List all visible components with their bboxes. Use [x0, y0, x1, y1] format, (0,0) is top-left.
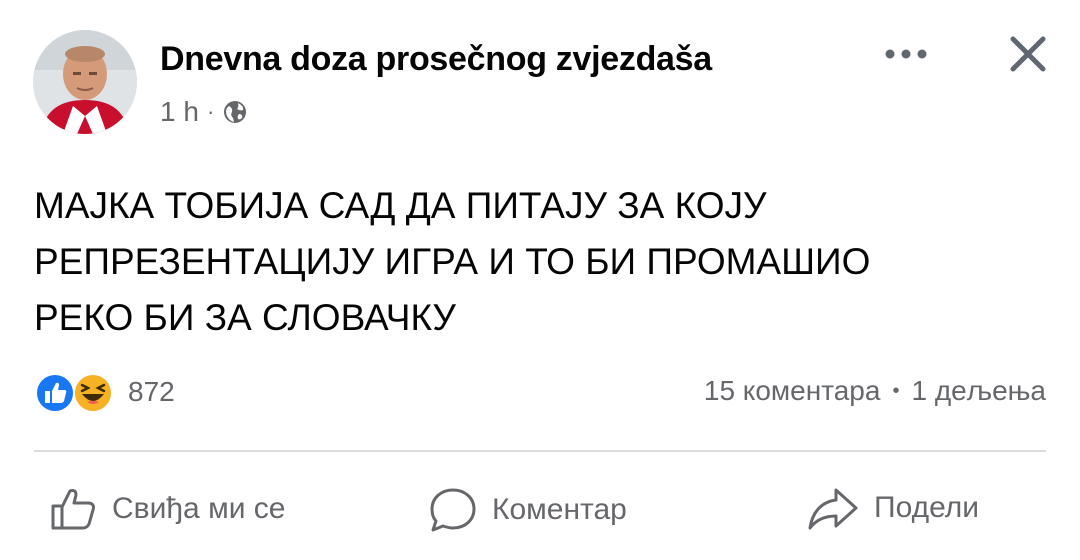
more-options-button[interactable] [876, 34, 936, 74]
share-icon [808, 488, 858, 530]
close-button[interactable] [1004, 30, 1052, 78]
page-name[interactable]: Dnevna doza prosečnog zvjezdaša [160, 40, 712, 79]
shares-count-link[interactable]: 1 дељења [911, 375, 1046, 407]
meta-separator: · [206, 99, 215, 124]
share-button[interactable]: Подели [806, 486, 979, 530]
comment-button-label: Коментар [492, 493, 627, 526]
globe-icon [222, 99, 248, 125]
divider [34, 450, 1046, 452]
reaction-count: 872 [128, 376, 175, 407]
comment-icon [430, 488, 476, 532]
like-reaction-icon [35, 373, 75, 413]
engagement-stats: 15 коментара • 1 дељења [704, 375, 1046, 407]
stats-separator: • [892, 379, 900, 402]
post-time[interactable]: 1 h [160, 96, 199, 128]
like-button[interactable]: Свиђа ми се [50, 486, 285, 532]
reactions-summary[interactable]: 872 [34, 372, 175, 413]
share-button-label: Подели [874, 491, 980, 524]
thumbs-up-icon [51, 489, 95, 530]
like-button-label: Свиђа ми се [112, 492, 286, 525]
post-text-line: РЕПРЕЗЕНТАЦИЈУ ИГРА И ТО БИ ПРОМАШИО [34, 241, 871, 282]
post-text-line: МАЈКА ТОБИЈА САД ДА ПИТАЈУ ЗА КОЈУ [34, 185, 767, 226]
comments-count-link[interactable]: 15 коментара [704, 375, 881, 407]
avatar-image [33, 30, 137, 134]
post-meta: 1 h · [160, 96, 248, 128]
post-text: МАЈКА ТОБИЈА САД ДА ПИТАЈУ ЗА КОЈУ РЕПРЕ… [34, 178, 1054, 346]
more-horizontal-icon [885, 49, 927, 59]
reaction-icons [34, 372, 118, 413]
haha-reaction-icon [73, 373, 113, 413]
page-avatar[interactable] [33, 30, 137, 134]
comment-button[interactable]: Коментар [428, 486, 627, 534]
close-icon [1010, 36, 1046, 72]
post-text-line: РЕКО БИ ЗА СЛОВАЧКУ [34, 297, 456, 338]
